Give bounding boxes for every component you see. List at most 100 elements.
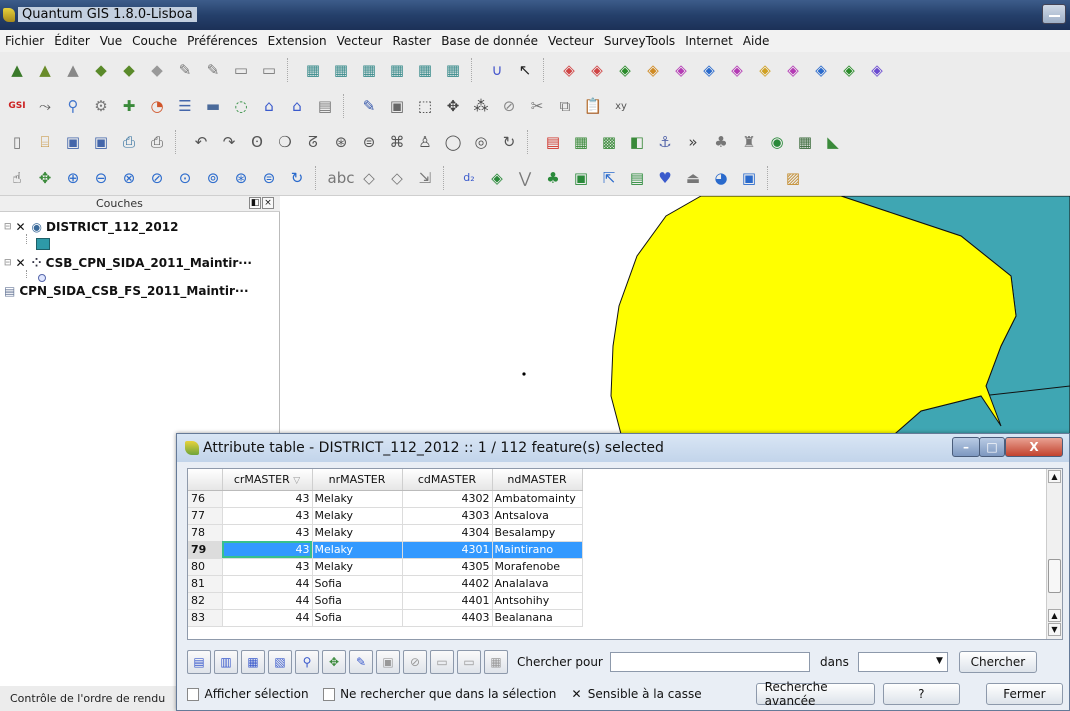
table-cell[interactable]: 43 [222, 524, 313, 542]
plugin-icon[interactable]: ⏏ [681, 166, 705, 190]
grid-icon[interactable]: ▦ [357, 58, 381, 82]
plugin-icon[interactable]: ▲ [61, 58, 85, 82]
save-icon[interactable]: ▣ [385, 94, 409, 118]
layer-plugin-icon[interactable]: ◈ [669, 58, 693, 82]
raster-icon[interactable]: ▦ [569, 130, 593, 154]
grid-icon[interactable]: ▦ [441, 58, 465, 82]
plugin-icon[interactable]: ▤ [313, 94, 337, 118]
new-column-button[interactable]: ▭ [430, 650, 454, 674]
menu-raster[interactable]: Raster [387, 34, 436, 48]
maximize-button[interactable]: □ [979, 437, 1005, 457]
label-icon[interactable]: ♙ [413, 130, 437, 154]
table-cell[interactable]: Besalampy [492, 524, 583, 542]
menu-surveytools[interactable]: SurveyTools [599, 34, 680, 48]
table-row[interactable]: 80 43 Melaky 4305 Morafenobe [188, 558, 583, 576]
refresh-icon[interactable]: ↻ [285, 166, 309, 190]
undo-icon[interactable]: ↶ [189, 130, 213, 154]
close-panel-button[interactable]: × [262, 197, 274, 209]
new-project-icon[interactable]: ▯ [5, 130, 29, 154]
raster-icon[interactable]: ◧ [625, 130, 649, 154]
plugin-icon[interactable]: ♣ [709, 130, 733, 154]
row-header[interactable]: 80 [188, 558, 223, 576]
plugin-icon[interactable]: ▣ [569, 166, 593, 190]
gear-icon[interactable]: ⚙ [89, 94, 113, 118]
table-row[interactable]: 77 43 Melaky 4303 Antsalova [188, 507, 583, 525]
pencil-icon[interactable]: ✎ [357, 94, 381, 118]
zoom-native-icon[interactable]: ⊜ [257, 166, 281, 190]
menu-extension[interactable]: Extension [263, 34, 332, 48]
plugin-icon[interactable]: ▲ [5, 58, 29, 82]
plugin-icon[interactable]: ◆ [117, 58, 141, 82]
menu-fichier[interactable]: Fichier [0, 34, 49, 48]
label-icon[interactable]: ⊛ [329, 130, 353, 154]
move-label-icon[interactable]: ⇲ [413, 166, 437, 190]
overflow-icon[interactable]: » [681, 130, 705, 154]
menu-base-de-donnee[interactable]: Base de donnée [436, 34, 543, 48]
whats-this-icon[interactable]: ↖ [513, 58, 537, 82]
table-cell[interactable]: 44 [222, 575, 313, 593]
plugin-icon[interactable]: ⚲ [61, 94, 85, 118]
redo-icon[interactable]: ↷ [217, 130, 241, 154]
toggle-editing-button[interactable]: ✎ [349, 650, 373, 674]
search-in-selection-checkbox[interactable] [322, 687, 336, 701]
delete-icon[interactable]: ⊘ [497, 94, 521, 118]
plugin-icon[interactable]: ◣ [821, 130, 845, 154]
label-icon[interactable]: ⊜ [357, 130, 381, 154]
table-row[interactable]: 82 44 Sofia 4401 Antsohihy [188, 592, 583, 610]
table-cell[interactable]: 4304 [402, 524, 493, 542]
table-cell[interactable]: 4402 [402, 575, 493, 593]
table-cell[interactable]: 43 [222, 507, 313, 525]
delete-column-button[interactable]: ▭ [457, 650, 481, 674]
grid-icon[interactable]: ▦ [329, 58, 353, 82]
layer-plugin-icon[interactable]: ◈ [585, 58, 609, 82]
layer-item-district[interactable]: ⊟ ✕ ◉ DISTRICT_112_2012 [4, 218, 178, 236]
table-vertical-scrollbar[interactable]: ▲ ▲ ▼ [1046, 469, 1062, 639]
scrollbar-thumb[interactable] [1048, 559, 1061, 593]
column-header-crmaster[interactable]: crMASTER ▽ [222, 469, 313, 491]
table-row-selected[interactable]: 79 43 Melaky 4301 Maintirano [188, 541, 583, 559]
layer-plugin-icon[interactable]: ◈ [613, 58, 637, 82]
grid-icon[interactable]: ▦ [413, 58, 437, 82]
table-cell[interactable]: Melaky [312, 524, 403, 542]
layer-visibility-checkbox[interactable]: ✕ [16, 257, 28, 269]
row-header[interactable]: 78 [188, 524, 223, 542]
column-header-nrmaster[interactable]: nrMASTER [312, 469, 403, 491]
label-icon[interactable]: ◯ [441, 130, 465, 154]
plugin-icon[interactable]: ▣ [737, 166, 761, 190]
scroll-down-icon[interactable]: ▼ [1048, 623, 1061, 636]
pin-label-icon[interactable]: ◇ [357, 166, 381, 190]
plugin-icon[interactable]: ♣ [541, 166, 565, 190]
float-panel-button[interactable]: ◧ [249, 197, 261, 209]
move-selection-top-button[interactable]: ▥ [214, 650, 238, 674]
render-order-label[interactable]: Contrôle de l'ordre de rendu [10, 692, 165, 705]
table-cell[interactable]: Sofia [312, 575, 403, 593]
plugin-icon[interactable]: ◆ [89, 58, 113, 82]
plugin-icon[interactable]: ▲ [33, 58, 57, 82]
zoom-next-icon[interactable]: ⊛ [229, 166, 253, 190]
layer-visibility-checkbox[interactable]: ✕ [16, 221, 28, 233]
menu-vecteur-2[interactable]: Vecteur [543, 34, 599, 48]
close-window-button[interactable]: X [1005, 437, 1063, 457]
raster-icon[interactable]: ▤ [541, 130, 565, 154]
table-row[interactable]: 78 43 Melaky 4304 Besalampy [188, 524, 583, 542]
menu-internet[interactable]: Internet [680, 34, 738, 48]
layer-item-cpn[interactable]: ▤ CPN_SIDA_CSB_FS_2011_Maintir··· [4, 282, 249, 300]
label-icon[interactable]: ❍ [273, 130, 297, 154]
grid-icon[interactable]: ▦ [385, 58, 409, 82]
magnet-icon[interactable]: ∪ [485, 58, 509, 82]
plugin-icon[interactable]: ⇱ [597, 166, 621, 190]
zoom-out-icon[interactable]: ⊖ [89, 166, 113, 190]
plugin-icon[interactable]: ♜ [737, 130, 761, 154]
copy-icon[interactable]: ⧉ [553, 94, 577, 118]
label-tool-icon[interactable]: abc [328, 166, 355, 190]
home-icon[interactable]: ⌂ [257, 94, 281, 118]
table-cell[interactable]: Analalava [492, 575, 583, 593]
table-cell[interactable]: Bealanana [492, 609, 583, 627]
label-icon[interactable]: ◎ [469, 130, 493, 154]
label-icon[interactable]: ᘔ [301, 130, 325, 154]
table-cell[interactable]: Sofia [312, 592, 403, 610]
zoom-full-icon[interactable]: ⊗ [117, 166, 141, 190]
comment-icon[interactable]: ◌ [229, 94, 253, 118]
node-tool-icon[interactable]: ⁂ [469, 94, 493, 118]
pan-to-selection-button[interactable]: ✥ [322, 650, 346, 674]
